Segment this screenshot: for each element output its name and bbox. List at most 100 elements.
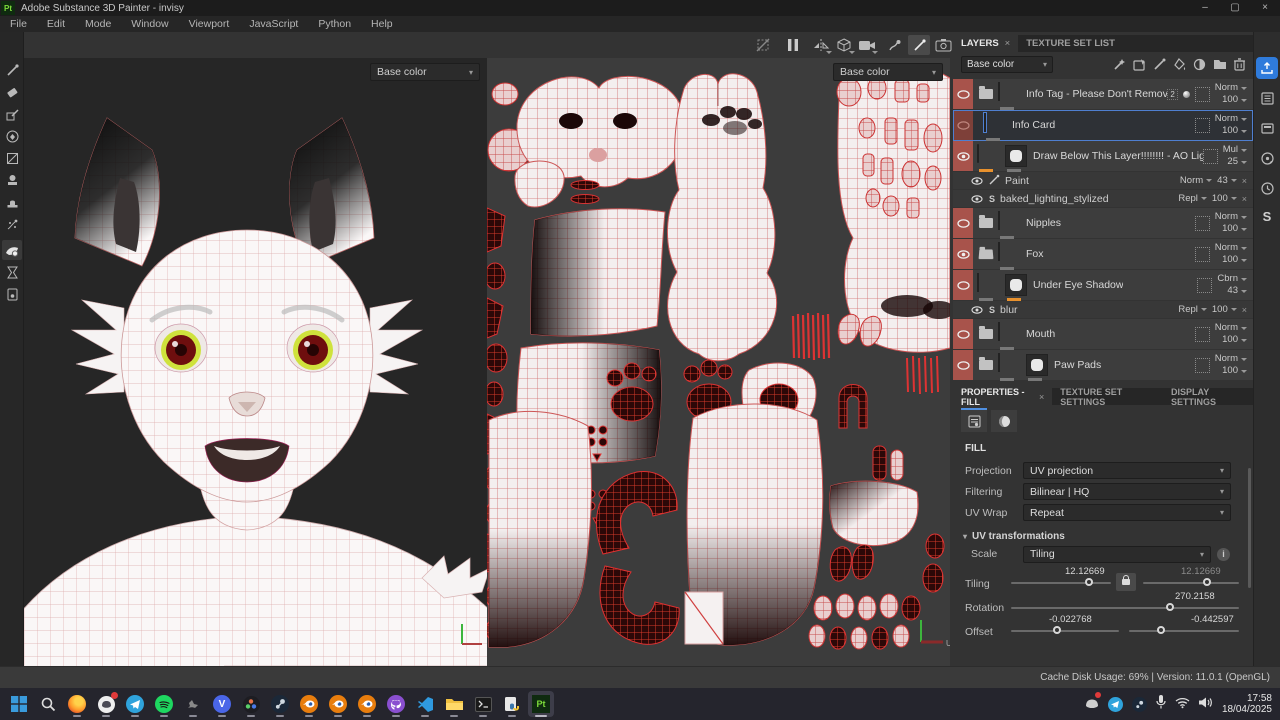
- menu-viewport[interactable]: Viewport: [179, 16, 240, 32]
- opacity-dropdown[interactable]: 100: [1222, 125, 1247, 137]
- tab-texture-set-list[interactable]: TEXTURE SET LIST: [1018, 35, 1123, 52]
- layer-row-paint[interactable]: Paint Norm 43 ×: [953, 172, 1253, 190]
- opacity-dropdown[interactable]: 100: [1222, 254, 1247, 266]
- viewport-3d[interactable]: Base color▾: [24, 58, 487, 666]
- mask-slot[interactable]: [1195, 327, 1210, 342]
- discord-tray-icon[interactable]: [1085, 695, 1099, 713]
- rotation-knob[interactable]: [1166, 603, 1174, 611]
- layer-mask-thumbnail[interactable]: [1026, 354, 1048, 376]
- export-icon[interactable]: [1256, 57, 1278, 79]
- microphone-tray-icon[interactable]: [1156, 695, 1166, 714]
- uv-2d-canvas[interactable]: U: [487, 58, 950, 666]
- tiling-x-knob[interactable]: [1085, 578, 1093, 586]
- layer-thumbnail[interactable]: [977, 144, 979, 163]
- blend-mode-dropdown[interactable]: Norm: [1215, 211, 1247, 223]
- layer-visibility-toggle[interactable]: [953, 79, 973, 109]
- opacity-dropdown[interactable]: 100: [1212, 304, 1237, 315]
- offset-y-value[interactable]: -0.442597: [1191, 614, 1234, 625]
- substance-share-icon[interactable]: S: [1256, 205, 1278, 227]
- telegram-tray-icon[interactable]: [1108, 697, 1123, 712]
- delete-layer-icon[interactable]: [1234, 58, 1245, 71]
- layer-row-info-tag[interactable]: Info Tag - Please Don't Remove :) 2 Norm…: [953, 79, 1253, 110]
- screenshot-camera-icon[interactable]: [932, 35, 954, 55]
- close-icon[interactable]: ×: [1039, 392, 1044, 402]
- tool-material-preview-icon[interactable]: [2, 240, 22, 260]
- blend-mode-dropdown[interactable]: Mul: [1223, 144, 1247, 156]
- offset-x-knob[interactable]: [1053, 626, 1061, 634]
- tab-properties-fill[interactable]: PROPERTIES - FILL×: [953, 388, 1052, 405]
- tool-smudge-icon[interactable]: [2, 148, 22, 168]
- layer-row-info-card[interactable]: Info Card Norm 100: [953, 110, 1253, 141]
- menu-mode[interactable]: Mode: [75, 16, 121, 32]
- discord-icon[interactable]: [93, 691, 119, 717]
- mask-slot[interactable]: [1195, 87, 1210, 102]
- layer-thumbnail[interactable]: [998, 82, 1000, 101]
- python-file-icon[interactable]: [499, 691, 525, 717]
- layer-visibility-toggle[interactable]: [953, 319, 973, 349]
- tab-display-settings[interactable]: DISPLAY SETTINGS: [1163, 388, 1253, 405]
- opacity-dropdown[interactable]: 100: [1222, 334, 1247, 346]
- wifi-tray-icon[interactable]: [1175, 695, 1190, 713]
- blend-mode-dropdown[interactable]: Norm: [1215, 322, 1247, 334]
- tiling-y-knob[interactable]: [1203, 578, 1211, 586]
- blend-mode-dropdown[interactable]: Norm: [1215, 353, 1247, 365]
- blender-icon-2[interactable]: [325, 691, 351, 717]
- log-panel-icon[interactable]: [1256, 87, 1278, 109]
- layer-thumbnail[interactable]: [977, 273, 979, 292]
- layer-mask-thumbnail[interactable]: [1005, 274, 1027, 296]
- tool-clone-icon[interactable]: [2, 170, 22, 190]
- tab-layers[interactable]: LAYERS×: [953, 35, 1018, 52]
- opacity-dropdown[interactable]: 100: [1222, 94, 1247, 106]
- opacity-dropdown[interactable]: 25: [1227, 156, 1247, 168]
- layer-visibility-toggle[interactable]: [953, 301, 987, 318]
- mask-slot[interactable]: [1195, 247, 1210, 262]
- layer-row-paw-pads[interactable]: Paw Pads Norm 100: [953, 350, 1253, 381]
- steam-icon[interactable]: [267, 691, 293, 717]
- layer-row-mouth[interactable]: Mouth Norm 100: [953, 319, 1253, 350]
- menu-edit[interactable]: Edit: [37, 16, 75, 32]
- blend-mode-dropdown[interactable]: Norm: [1215, 113, 1247, 125]
- menu-window[interactable]: Window: [121, 16, 178, 32]
- add-fill-layer-icon[interactable]: [1173, 58, 1186, 71]
- davinci-resolve-icon[interactable]: [238, 691, 264, 717]
- disc-resources-icon[interactable]: [1256, 147, 1278, 169]
- layer-visibility-toggle[interactable]: [953, 208, 973, 238]
- add-effect-wand-icon[interactable]: [1113, 58, 1126, 71]
- blend-mode-dropdown[interactable]: Norm: [1180, 175, 1212, 186]
- layer-visibility-toggle[interactable]: [953, 350, 973, 380]
- close-button[interactable]: ×: [1250, 0, 1280, 16]
- offset-x-slider[interactable]: [1011, 630, 1119, 632]
- stencil-disabled-icon[interactable]: [752, 35, 774, 55]
- blend-mode-dropdown[interactable]: Cbrn: [1217, 273, 1247, 285]
- tiling-lock-button[interactable]: [1116, 573, 1136, 591]
- tiling-x-slider[interactable]: [1011, 582, 1111, 584]
- goose-app-icon[interactable]: [180, 691, 206, 717]
- layer-visibility-toggle[interactable]: [953, 141, 973, 171]
- material-properties-tab-icon[interactable]: [961, 410, 987, 432]
- mask-slot[interactable]: [1195, 216, 1210, 231]
- paint-brush-mode-icon[interactable]: [908, 35, 930, 55]
- viewport-2d-uv[interactable]: U Base color▾: [487, 58, 950, 666]
- menu-file[interactable]: File: [0, 16, 37, 32]
- firefox-icon[interactable]: [64, 691, 90, 717]
- layer-visibility-toggle[interactable]: [953, 190, 987, 207]
- tab-texture-set-settings[interactable]: TEXTURE SET SETTINGS: [1052, 388, 1163, 405]
- taskbar-clock[interactable]: 17:58 18/04/2025: [1222, 693, 1272, 715]
- tiling-x-value[interactable]: 12.12669: [1065, 566, 1105, 577]
- viewport2d-channel-dropdown[interactable]: Base color▾: [833, 63, 943, 81]
- layer-thumbnail[interactable]: [998, 322, 1000, 341]
- offset-y-slider[interactable]: [1129, 630, 1239, 632]
- camera-mode-icon[interactable]: [856, 35, 878, 55]
- tool-particles-icon[interactable]: [2, 214, 22, 234]
- add-folder-icon[interactable]: [1213, 58, 1227, 71]
- minimize-button[interactable]: –: [1190, 0, 1220, 16]
- opacity-dropdown[interactable]: 100: [1222, 223, 1247, 235]
- layer-mask-thumbnail[interactable]: [1005, 145, 1027, 167]
- projection-mode-cube-icon[interactable]: [833, 35, 855, 55]
- layers-channel-dropdown[interactable]: Base color▾: [961, 56, 1053, 73]
- menu-python[interactable]: Python: [308, 16, 361, 32]
- uv-transformations-header[interactable]: ▾ UV transformations: [953, 523, 1253, 544]
- layer-visibility-toggle[interactable]: [953, 110, 973, 140]
- blend-mode-dropdown[interactable]: Repl: [1178, 193, 1207, 204]
- mask-slot[interactable]: [1195, 118, 1210, 133]
